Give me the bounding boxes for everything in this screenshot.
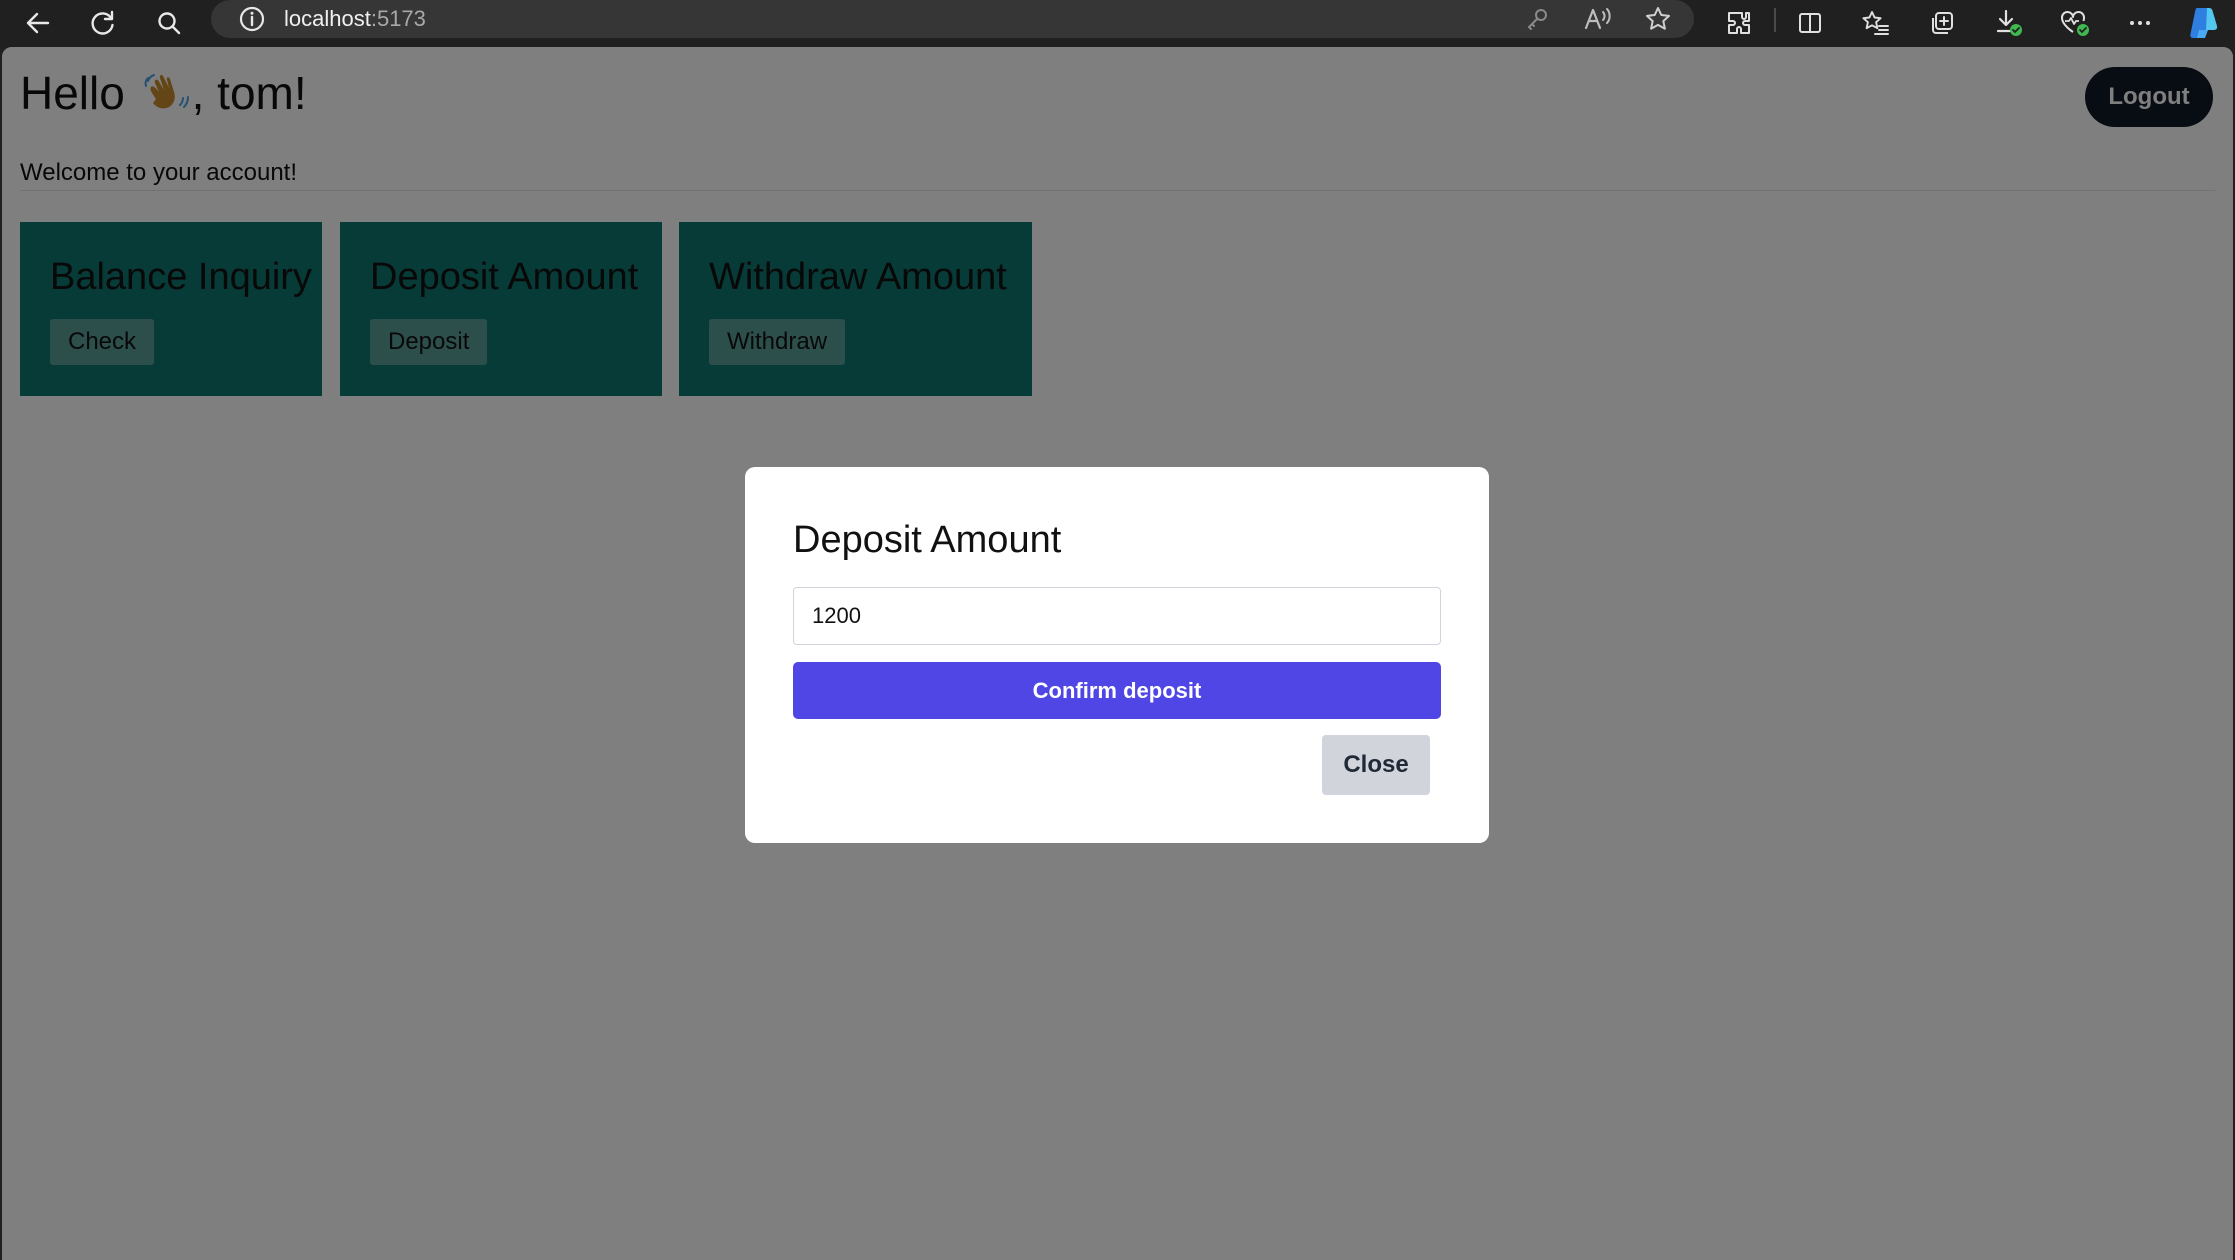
favorites-list-icon[interactable] (1857, 4, 1895, 42)
address-bar[interactable]: localhost:5173 (211, 0, 1694, 38)
copilot-icon[interactable] (2184, 4, 2222, 42)
refresh-icon[interactable] (84, 4, 122, 42)
url-host: localhost (284, 6, 371, 31)
page-viewport: Hello , tom! Logout Welcome to your acco… (2, 47, 2233, 1260)
collections-icon[interactable] (1923, 4, 1961, 42)
toolbar-divider (1774, 8, 1776, 32)
deposit-modal: Deposit Amount Confirm deposit Close (745, 467, 1489, 843)
browser-toolbar: localhost:5173 (0, 0, 2235, 46)
favorite-star-icon[interactable] (1639, 0, 1677, 38)
back-icon[interactable] (19, 4, 57, 42)
modal-title: Deposit Amount (793, 519, 1062, 561)
deposit-amount-input[interactable] (793, 587, 1441, 645)
downloads-icon[interactable] (1990, 4, 2028, 42)
search-icon[interactable] (150, 4, 188, 42)
split-screen-icon[interactable] (1791, 4, 1829, 42)
confirm-deposit-button[interactable]: Confirm deposit (793, 662, 1441, 719)
url-text[interactable]: localhost:5173 (284, 0, 426, 38)
account-dashboard: Hello , tom! Logout Welcome to your acco… (2, 47, 2233, 1260)
info-icon[interactable] (233, 0, 271, 38)
url-port: :5173 (370, 6, 426, 31)
read-aloud-icon[interactable] (1579, 0, 1617, 38)
more-icon[interactable] (2121, 4, 2159, 42)
extensions-icon[interactable] (1720, 4, 1758, 42)
close-button[interactable]: Close (1322, 735, 1430, 795)
password-key-icon[interactable] (1518, 0, 1556, 38)
browser-essentials-icon[interactable] (2056, 4, 2094, 42)
